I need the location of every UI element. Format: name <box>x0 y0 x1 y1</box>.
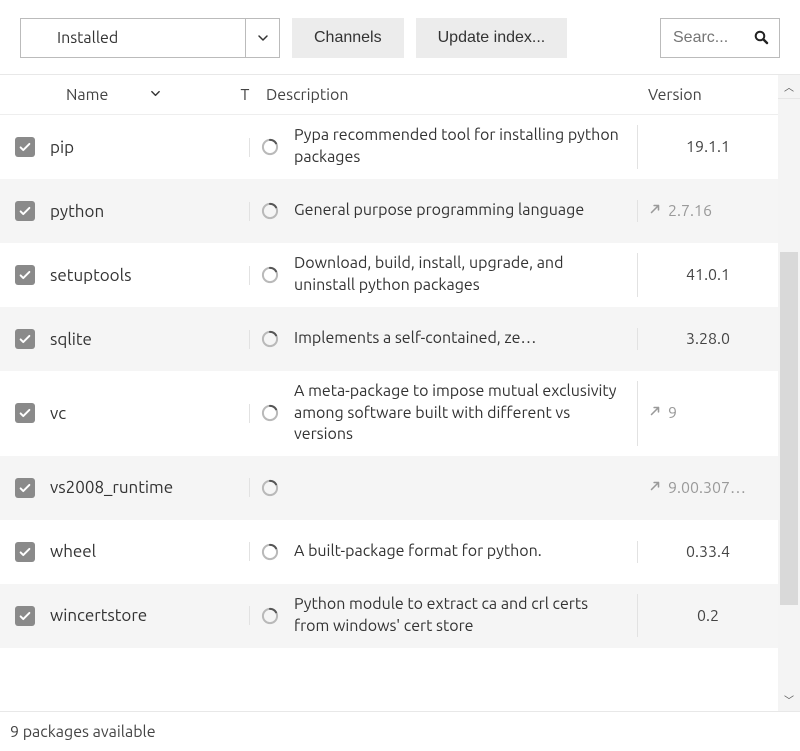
version-text: 41.0.1 <box>686 266 730 284</box>
status-bar: 9 packages available <box>0 711 800 751</box>
column-name-label: Name <box>66 86 108 104</box>
row-checkbox[interactable] <box>0 606 50 626</box>
upgrade-available-icon <box>648 479 662 497</box>
table-row[interactable]: wincertstore Python module to extract ca … <box>0 584 778 648</box>
search-box[interactable] <box>660 18 780 58</box>
checkbox-icon <box>15 606 35 626</box>
loading-spinner-icon <box>250 329 290 349</box>
search-input[interactable] <box>673 29 749 47</box>
table-row[interactable]: sqlite Implements a self-contained, ze… 3.… <box>0 307 778 371</box>
loading-spinner-icon <box>250 542 290 562</box>
version-text: 19.1.1 <box>686 138 730 156</box>
column-name[interactable]: Name <box>50 86 232 104</box>
package-description: A meta-package to impose mutual exclusiv… <box>290 381 638 446</box>
update-index-button[interactable]: Update index... <box>416 18 568 58</box>
table-row[interactable]: pip Pypa recommended tool for installing … <box>0 115 778 179</box>
version-text: 3.28.0 <box>686 330 730 348</box>
package-name: pip <box>50 138 250 157</box>
package-version: 2.7.16 <box>638 202 778 220</box>
checkbox-icon <box>15 403 35 423</box>
chevron-down-icon[interactable] <box>245 19 279 57</box>
package-name: vc <box>50 404 250 423</box>
row-checkbox[interactable] <box>0 265 50 285</box>
filter-dropdown[interactable]: Installed <box>20 18 280 58</box>
filter-dropdown-value: Installed <box>21 19 245 57</box>
package-description: Python module to extract ca and crl cert… <box>290 594 638 637</box>
loading-spinner-icon <box>250 403 290 423</box>
channels-button[interactable]: Channels <box>292 18 404 58</box>
checkbox-icon <box>15 265 35 285</box>
package-rows: pip Pypa recommended tool for installing … <box>0 115 778 711</box>
package-version: 3.28.0 <box>638 330 778 348</box>
package-description: Implements a self-contained, ze… <box>290 328 638 350</box>
package-name: sqlite <box>50 330 250 349</box>
checkbox-icon <box>15 478 35 498</box>
table-header: Name T Description Version <box>0 75 778 115</box>
scroll-up-icon[interactable]: ︿ <box>778 75 800 99</box>
column-version[interactable]: Version <box>638 86 778 104</box>
checkbox-icon <box>15 201 35 221</box>
row-checkbox[interactable] <box>0 201 50 221</box>
scrollbar-thumb[interactable] <box>780 252 798 605</box>
upgrade-available-icon <box>648 404 662 422</box>
column-description[interactable]: Description <box>258 86 638 104</box>
version-text: 0.2 <box>697 607 719 625</box>
loading-spinner-icon <box>250 478 290 498</box>
version-text: 2.7.16 <box>668 202 712 220</box>
status-text: 9 packages available <box>10 723 156 741</box>
checkbox-icon <box>15 137 35 157</box>
package-version: 9 <box>638 404 778 422</box>
package-description: Download, build, install, upgrade, and u… <box>290 253 638 296</box>
checkbox-icon <box>15 542 35 562</box>
table-row[interactable]: wheel A built-package format for python. 0… <box>0 520 778 584</box>
scroll-down-icon[interactable]: ﹀ <box>778 687 800 711</box>
column-type[interactable]: T <box>232 86 258 104</box>
version-text: 9.00.307… <box>668 479 746 497</box>
package-version: 19.1.1 <box>638 138 778 156</box>
loading-spinner-icon <box>250 265 290 285</box>
row-checkbox[interactable] <box>0 137 50 157</box>
row-checkbox[interactable] <box>0 542 50 562</box>
package-name: python <box>50 202 250 221</box>
loading-spinner-icon <box>250 606 290 626</box>
loading-spinner-icon <box>250 201 290 221</box>
table-row[interactable]: setuptools Download, build, install, upgr… <box>0 243 778 307</box>
package-version: 0.33.4 <box>638 543 778 561</box>
row-checkbox[interactable] <box>0 403 50 423</box>
scrollbar-track[interactable] <box>778 99 800 687</box>
package-version: 41.0.1 <box>638 266 778 284</box>
row-checkbox[interactable] <box>0 329 50 349</box>
package-name: vs2008_runtime <box>50 478 250 497</box>
package-name: wheel <box>50 542 250 561</box>
version-text: 9 <box>668 404 677 422</box>
table-row[interactable]: python General purpose programming langua… <box>0 179 778 243</box>
version-text: 0.33.4 <box>686 543 730 561</box>
chevron-down-icon <box>150 88 161 102</box>
package-description: Pypa recommended tool for installing pyt… <box>290 125 638 168</box>
table-row[interactable]: vs2008_runtime 9.00.307… <box>0 456 778 520</box>
loading-spinner-icon <box>250 137 290 157</box>
package-description: A built-package format for python. <box>290 541 638 563</box>
package-description: General purpose programming language <box>290 200 638 222</box>
vertical-scrollbar[interactable]: ︿ ﹀ <box>778 75 800 711</box>
package-version: 0.2 <box>638 607 778 625</box>
package-version: 9.00.307… <box>638 479 778 497</box>
checkbox-icon <box>15 329 35 349</box>
package-name: wincertstore <box>50 606 250 625</box>
search-icon <box>753 29 769 48</box>
package-name: setuptools <box>50 266 250 285</box>
upgrade-available-icon <box>648 202 662 220</box>
row-checkbox[interactable] <box>0 478 50 498</box>
table-row[interactable]: vc A meta-package to impose mutual exclus… <box>0 371 778 456</box>
toolbar: Installed Channels Update index... <box>0 0 800 74</box>
